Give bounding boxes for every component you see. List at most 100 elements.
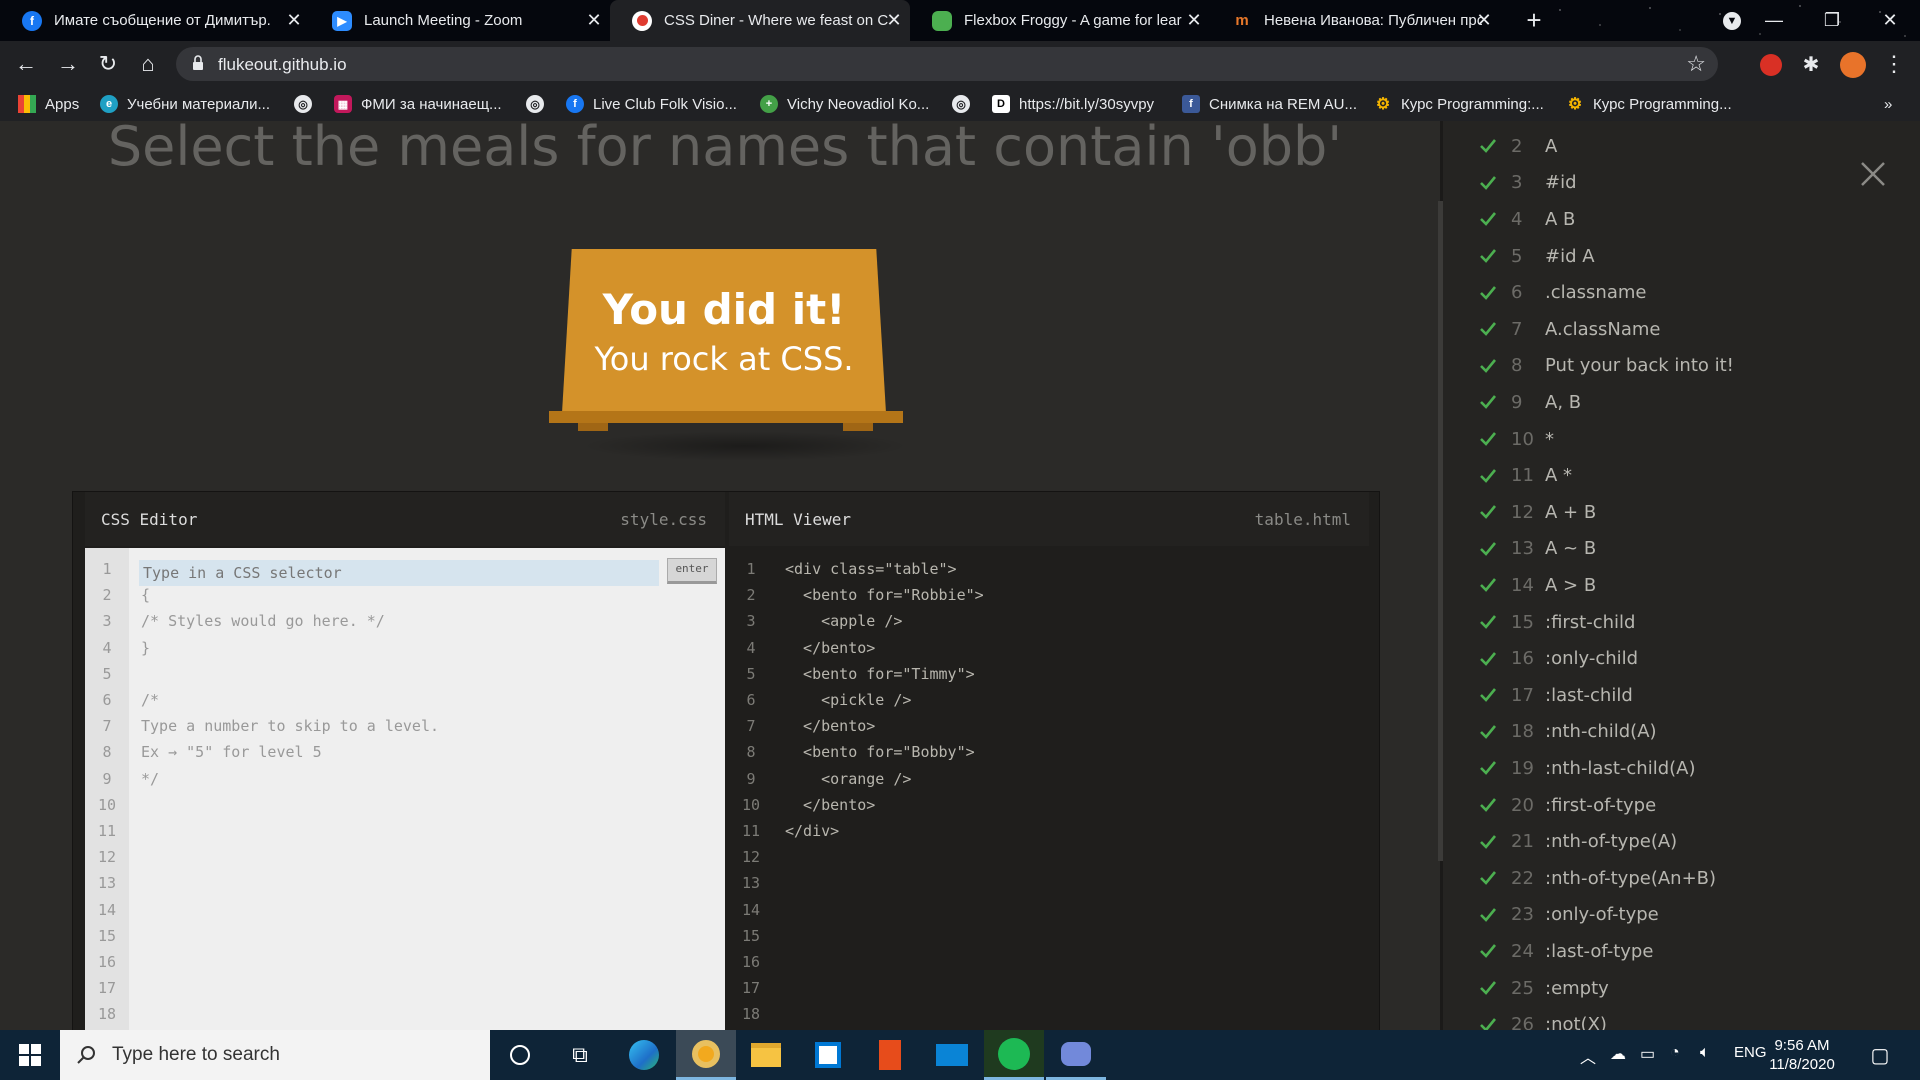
level-item[interactable]: 18:nth-child(A) <box>1479 714 1657 751</box>
level-selector: .classname <box>1545 282 1647 304</box>
search-icon <box>77 1046 95 1064</box>
enter-button[interactable]: enter <box>667 558 717 584</box>
bookmark-live-club[interactable]: f Live Club Folk Visio... <box>566 93 737 115</box>
tab-facebook[interactable]: f Имате съобщение от Димитър. ✕ <box>0 0 310 41</box>
level-item[interactable]: 23:only-of-type <box>1479 897 1659 934</box>
level-item[interactable]: 26:not(X) <box>1479 1006 1607 1030</box>
level-item[interactable]: 2A <box>1479 128 1557 165</box>
profile-dropdown-icon[interactable]: ▼ <box>1708 0 1756 41</box>
new-tab-button[interactable]: + <box>1520 6 1548 34</box>
chevron-up-icon[interactable]: ︿ <box>1580 1044 1596 1068</box>
css-editor-filename: style.css <box>620 509 707 529</box>
level-item[interactable]: 13 A ~ B <box>1479 531 1596 568</box>
level-item[interactable]: 22:nth-of-type(An+B) <box>1479 860 1716 897</box>
level-item[interactable]: 16:only-child <box>1479 640 1638 677</box>
level-item[interactable]: 19:nth-last-child(A) <box>1479 750 1696 787</box>
close-icon[interactable]: ✕ <box>584 10 604 30</box>
level-item[interactable]: 9 A, B <box>1479 384 1581 421</box>
volume-icon[interactable]: 🔈︎ <box>1700 1044 1710 1062</box>
css-diner-page: Select the meals for names that contain … <box>0 121 1920 1030</box>
taskbar-search[interactable]: Type here to search <box>60 1030 490 1080</box>
cortana-icon[interactable] <box>490 1030 550 1080</box>
level-item[interactable]: 6 .classname <box>1479 274 1646 311</box>
minimize-icon[interactable]: — <box>1750 0 1798 41</box>
reload-icon[interactable]: ↻ <box>94 50 122 78</box>
office-icon[interactable] <box>860 1030 920 1080</box>
bookmark-apps[interactable]: Apps <box>18 93 79 115</box>
level-selector: :only-of-type <box>1545 904 1659 926</box>
bookmark-course-2[interactable]: ⚙ Курс Programming... <box>1566 93 1732 115</box>
close-icon[interactable]: ✕ <box>1184 10 1204 30</box>
battery-icon[interactable]: ▭ <box>1640 1044 1655 1064</box>
back-icon[interactable]: ← <box>12 50 40 78</box>
line-numbers: 1 2 3 4 5 6 7 8 9 10 11 12 13 14 15 16 1… <box>741 560 761 1024</box>
tab-css-diner[interactable]: CSS Diner - Where we feast on C ✕ <box>610 0 910 41</box>
bookmark-globe[interactable]: ◎ <box>294 93 321 115</box>
edge-icon[interactable] <box>614 1030 674 1080</box>
level-item[interactable]: 25:empty <box>1479 970 1609 1007</box>
level-item[interactable]: 17:last-child <box>1479 677 1633 714</box>
wifi-icon[interactable]: ◔ <box>1670 1044 1680 1062</box>
extension-red-icon[interactable] <box>1760 54 1782 76</box>
bookmark-globe[interactable]: ◎ <box>526 93 553 115</box>
mail-icon[interactable] <box>922 1030 982 1080</box>
clock[interactable]: 9:56 AM 11/8/2020 <box>1762 1036 1842 1074</box>
level-selector: Put your back into it! <box>1545 355 1734 377</box>
scrollbar[interactable] <box>1438 201 1443 861</box>
bookmark-globe[interactable]: ◎ <box>952 93 979 115</box>
level-selector: A * <box>1545 465 1573 487</box>
tab-flexbox-froggy[interactable]: Flexbox Froggy - A game for lear ✕ <box>910 0 1210 41</box>
cross-icon: + <box>760 95 778 113</box>
level-item[interactable]: 15:first-child <box>1479 604 1635 641</box>
start-button[interactable] <box>0 1030 60 1080</box>
css-selector-input[interactable] <box>139 560 659 586</box>
close-icon[interactable]: ✕ <box>884 10 904 30</box>
level-item[interactable]: 24:last-of-type <box>1479 933 1653 970</box>
discord-icon[interactable] <box>1046 1030 1106 1080</box>
bookmark-edu[interactable]: e Учебни материали... <box>100 93 270 115</box>
level-item[interactable]: 12 A + B <box>1479 494 1596 531</box>
home-icon[interactable]: ⌂ <box>134 50 162 78</box>
avatar[interactable] <box>1840 52 1866 78</box>
level-item[interactable]: 20:first-of-type <box>1479 787 1656 824</box>
level-item[interactable]: 4 A B <box>1479 201 1575 238</box>
level-item[interactable]: 11 A * <box>1479 457 1572 494</box>
close-icon[interactable] <box>1856 157 1890 191</box>
bookmark-course-1[interactable]: ⚙ Курс Programming:... <box>1374 93 1544 115</box>
tab-bar: f Имате съобщение от Димитър. ✕ ▶ Launch… <box>0 0 1920 41</box>
address-bar[interactable]: flukeout.github.io ☆ <box>176 47 1718 81</box>
css-editor-title: CSS Editor <box>101 509 198 529</box>
close-window-icon[interactable]: ✕ <box>1866 0 1914 41</box>
chrome-icon[interactable] <box>676 1030 736 1080</box>
level-item[interactable]: 5 #id A <box>1479 238 1595 275</box>
store-icon[interactable] <box>798 1030 858 1080</box>
close-icon[interactable]: ✕ <box>1474 10 1494 30</box>
bookmark-vichy[interactable]: + Vichy Neovadiol Ko... <box>760 93 929 115</box>
more-bookmarks-button[interactable]: » <box>1884 93 1892 115</box>
close-icon[interactable]: ✕ <box>284 10 304 30</box>
level-item[interactable]: 8 Put your back into it! <box>1479 348 1734 385</box>
spotify-icon[interactable] <box>984 1030 1044 1080</box>
notifications-icon[interactable]: ▢ <box>1850 1030 1910 1080</box>
tab-nevena[interactable]: m Невена Иванова: Публичен про ✕ <box>1210 0 1500 41</box>
tab-zoom[interactable]: ▶ Launch Meeting - Zoom ✕ <box>310 0 610 41</box>
task-view-icon[interactable]: ⧉ <box>550 1030 610 1080</box>
menu-kebab-icon[interactable]: ⋮ <box>1880 50 1908 78</box>
bookmark-rem[interactable]: f Снимка на REM AU... <box>1182 93 1357 115</box>
level-item[interactable]: 7 A.className <box>1479 311 1661 348</box>
forward-icon[interactable]: → <box>54 50 82 78</box>
restore-icon[interactable]: ❐ <box>1808 0 1856 41</box>
checkmark-icon <box>1480 212 1497 227</box>
checkmark-icon <box>1480 468 1497 483</box>
level-item[interactable]: 14 A > B <box>1479 567 1596 604</box>
bookmark-star-icon[interactable]: ☆ <box>1686 51 1706 77</box>
level-item[interactable]: 3 #id <box>1479 165 1577 202</box>
bookmark-bitly[interactable]: D https://bit.ly/30syvpy <box>992 93 1154 115</box>
level-item[interactable]: 21:nth-of-type(A) <box>1479 823 1677 860</box>
puzzle-extensions-icon[interactable]: ✱ <box>1800 54 1822 76</box>
onedrive-icon[interactable]: ☁ <box>1610 1044 1626 1064</box>
win-title: You did it! <box>602 284 846 334</box>
bookmark-fmi[interactable]: ▦ ФМИ за начинаещ... <box>334 93 502 115</box>
level-item[interactable]: 10 * <box>1479 421 1554 458</box>
file-explorer-icon[interactable] <box>736 1030 796 1080</box>
